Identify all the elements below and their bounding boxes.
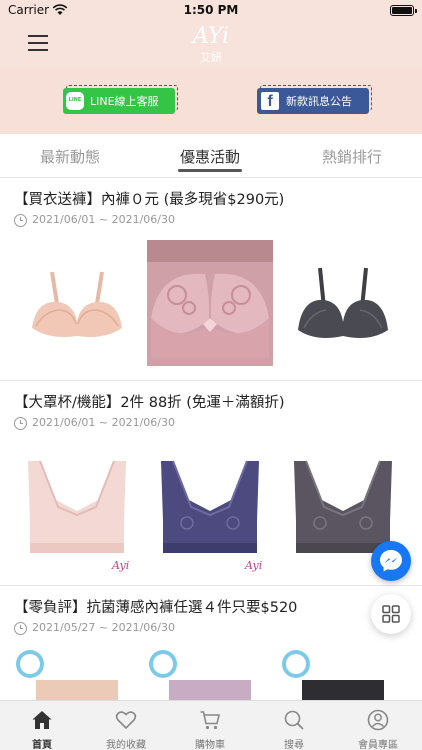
beige-panty-image[interactable] (14, 648, 140, 700)
category-grid-button[interactable] (371, 594, 411, 634)
tabbar-label: 我的收藏 (106, 740, 146, 750)
facebook-news-label: 新款訊息公告 (286, 95, 352, 108)
tabbar-item-search[interactable]: 搜尋 (252, 701, 336, 750)
messenger-icon (380, 550, 402, 572)
charcoal-bra-image[interactable] (280, 240, 406, 366)
svg-text:艾妍: 艾妍 (200, 50, 222, 64)
tabbar-item-favorites[interactable]: 我的收藏 (84, 701, 168, 750)
promotion-title: 【大罩杯/機能】2件 88折 (免運＋滿額折) (14, 395, 285, 411)
facebook-icon: f (261, 92, 279, 110)
grid-icon (382, 605, 400, 623)
tab-latest-news[interactable]: 最新動態 (0, 146, 140, 167)
active-tab-indicator (178, 169, 242, 172)
promotion-card[interactable]: 【買衣送褲】內褲０元 (最多現省$290元) 2021/06/01 ~ 2021… (0, 178, 422, 381)
status-bar: Carrier 1:50 PM (0, 0, 422, 22)
promotion-card[interactable]: 【大罩杯/機能】2件 88折 (免運＋滿額折) 2021/06/01 ~ 202… (0, 381, 422, 586)
menu-icon[interactable] (28, 35, 48, 51)
battery-icon (390, 5, 417, 16)
promotion-card[interactable]: 【零負評】抗菌薄感內褲任選４件只要$520 2021/05/27 ~ 2021/… (0, 586, 422, 700)
nude-bra-image[interactable] (14, 240, 140, 366)
navy-full-cup-bra-image[interactable]: Ayi (147, 451, 273, 577)
clock-icon (14, 214, 27, 227)
tabbar-label: 首頁 (32, 740, 52, 750)
promotion-date: 2021/06/01 ~ 2021/06/30 (32, 213, 176, 226)
user-icon (367, 709, 389, 731)
home-icon (32, 711, 52, 729)
clock-icon (14, 622, 27, 635)
promotion-title: 【零負評】抗菌薄感內褲任選４件只要$520 (14, 600, 298, 616)
line-icon: LINE (66, 92, 84, 110)
bottom-tab-bar: 首頁 我的收藏 購物車 搜尋 會員專區 (0, 700, 422, 750)
black-panty-image[interactable] (280, 648, 406, 700)
tabbar-label: 搜尋 (284, 740, 304, 750)
brand-logo: AYi 艾妍 (191, 24, 229, 64)
messenger-chat-button[interactable] (371, 541, 411, 581)
svg-text:Ayi: Ayi (244, 559, 262, 572)
svg-text:Ayi: Ayi (111, 559, 129, 572)
tabbar-item-member[interactable]: 會員專區 (336, 701, 420, 750)
cart-icon (200, 711, 221, 730)
promotion-date: 2021/06/01 ~ 2021/06/30 (32, 416, 176, 429)
search-icon (284, 710, 304, 730)
promo-link-bar: LINE LINE線上客服 f 新款訊息公告 (0, 66, 422, 134)
app-header: AYi 艾妍 (0, 22, 422, 66)
line-support-label: LINE線上客服 (90, 95, 159, 108)
blush-full-cup-bra-image[interactable]: Ayi (14, 451, 140, 577)
tabbar-item-cart[interactable]: 購物車 (168, 701, 252, 750)
section-tabs: 最新動態 優惠活動 熱銷排行 (0, 134, 422, 178)
clock-icon (14, 417, 27, 430)
pink-lace-bra-image[interactable] (147, 240, 273, 366)
line-support-button[interactable]: LINE LINE線上客服 (63, 88, 175, 114)
lavender-panty-image[interactable] (147, 648, 273, 700)
tab-best-sellers[interactable]: 熱銷排行 (282, 146, 422, 167)
tabbar-item-home[interactable]: 首頁 (0, 701, 84, 750)
tab-promotions[interactable]: 優惠活動 (140, 146, 280, 167)
status-time: 1:50 PM (183, 3, 239, 17)
promotion-title: 【買衣送褲】內褲０元 (最多現省$290元) (14, 192, 285, 208)
facebook-news-button[interactable]: f 新款訊息公告 (257, 88, 369, 114)
promotion-date: 2021/05/27 ~ 2021/06/30 (32, 621, 176, 634)
tabbar-label: 購物車 (195, 740, 225, 750)
svg-text:AYi: AYi (191, 24, 229, 49)
heart-icon (115, 711, 137, 730)
tabbar-label: 會員專區 (358, 740, 398, 750)
